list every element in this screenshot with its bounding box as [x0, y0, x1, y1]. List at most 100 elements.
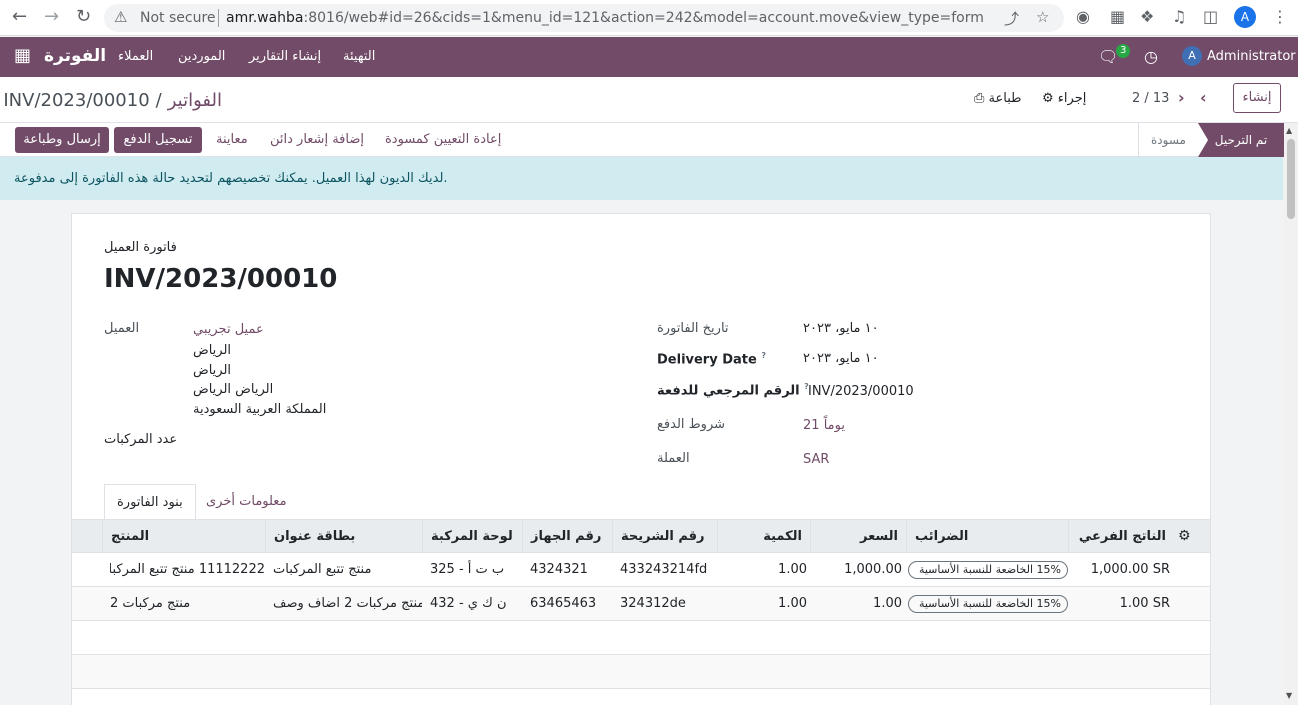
document-type: فاتورة العميل: [104, 240, 177, 255]
cell-device[interactable]: 4324321: [530, 553, 612, 587]
url-text[interactable]: amr.wahba:8016/web#id=26&cids=1&menu_id=…: [226, 10, 984, 26]
column-quantity[interactable]: الكمية: [717, 520, 810, 553]
invoice-date-value[interactable]: ١٠ مايو، ٢٠٢٣: [803, 321, 879, 336]
send-print-button[interactable]: إرسال وطباعة: [15, 127, 109, 153]
form-statusbar: إرسال وطباعة تسجيل الدفع معاينة إضافة إش…: [0, 123, 1298, 157]
cell-device[interactable]: 63465463: [530, 587, 612, 621]
chat-count-badge: 3: [1116, 44, 1131, 58]
column-label[interactable]: بطاقة عنوان: [265, 520, 422, 553]
stage-draft[interactable]: مسودة: [1138, 123, 1198, 157]
column-plate[interactable]: لوحة المركبة: [422, 520, 522, 553]
customer-link[interactable]: عميل تجريبي: [193, 322, 264, 337]
page-scrollbar[interactable]: ▲ ▼: [1284, 123, 1298, 705]
user-menu[interactable]: Administrator: [1207, 49, 1296, 64]
cell-sim[interactable]: 324312de: [620, 587, 717, 621]
invoice-date-label: تاريخ الفاتورة: [657, 321, 729, 336]
table-row[interactable]: 11112222 منتج تتبع المركبات ... منتج تتب…: [72, 553, 1210, 587]
cell-price[interactable]: 1,000.00: [814, 553, 902, 587]
column-settings-icon[interactable]: ⚙: [1178, 528, 1191, 544]
browser-toolbar: ← → ↻ ⚠ Not secure amr.wahba:8016/web#id…: [0, 0, 1298, 36]
cell-sim[interactable]: 433243214fd: [620, 553, 717, 587]
cell-plate[interactable]: ب ت أ - 325: [430, 553, 522, 587]
gear-icon: ⚙: [1042, 91, 1054, 106]
tax-tag[interactable]: 15% الخاضعة للنسبة الأساسية: [908, 561, 1068, 579]
customer-label: العميل: [104, 321, 140, 336]
side-panel-icon[interactable]: ◫: [1203, 7, 1218, 26]
activity-clock-icon[interactable]: ◷: [1144, 47, 1158, 66]
breadcrumb-current: INV/2023/00010: [3, 90, 150, 111]
profile-avatar[interactable]: A: [1234, 6, 1256, 28]
add-credit-note-button[interactable]: إضافة إشعار دائن: [270, 132, 364, 147]
table-row[interactable]: منتج مركبات 2 منتج مركبات 2 اضاف وصف ن ك…: [72, 587, 1210, 621]
breadcrumb: الفواتير /INV/2023/00010: [3, 90, 222, 111]
kebab-menu-icon[interactable]: ⋮: [1272, 7, 1288, 26]
stage-posted[interactable]: تم الترحيل: [1198, 123, 1284, 157]
security-status: Not secure: [140, 10, 216, 26]
breadcrumb-invoices[interactable]: الفواتير: [168, 90, 222, 111]
apps-grid-icon[interactable]: ▦: [14, 47, 31, 65]
action-menu[interactable]: ⚙ إجراء: [1042, 91, 1086, 106]
reset-to-draft-button[interactable]: إعادة التعيين كمسودة: [385, 132, 501, 147]
menu-vendors[interactable]: الموردين: [178, 49, 225, 64]
pager-next-icon[interactable]: ›: [1178, 88, 1185, 107]
scroll-down-icon[interactable]: ▼: [1286, 691, 1292, 700]
register-payment-button[interactable]: تسجيل الدفع: [114, 127, 202, 153]
pager-previous-icon[interactable]: ‹: [1200, 88, 1207, 107]
invoice-sheet: فاتورة العميل INV/2023/00010 العميل عميل…: [71, 213, 1211, 705]
cell-label[interactable]: منتج مركبات 2 اضاف وصف: [273, 587, 422, 621]
column-device[interactable]: رقم الجهاز: [522, 520, 612, 553]
cell-product[interactable]: 11112222 منتج تتبع المركبات ...: [110, 553, 265, 587]
extension-spy-icon[interactable]: ◉: [1076, 7, 1090, 26]
address-line: الرياض: [193, 363, 232, 378]
tab-other-info[interactable]: معلومات أخرى: [206, 484, 287, 520]
create-button[interactable]: إنشاء: [1233, 83, 1281, 113]
address-bar[interactable]: ⚠ Not secure amr.wahba:8016/web#id=26&ci…: [104, 4, 1064, 32]
cell-product[interactable]: منتج مركبات 2: [110, 587, 265, 621]
extension-translate-icon[interactable]: ▦: [1110, 7, 1125, 26]
preview-button[interactable]: معاينة: [216, 132, 248, 147]
address-line: الرياض: [193, 343, 232, 358]
cell-label[interactable]: منتج تتبع المركبات: [273, 553, 422, 587]
menu-customers[interactable]: العملاء: [118, 49, 153, 64]
control-panel: الفواتير/INV/2023/00010 ⎙ طباعة ⚙ إجراء …: [0, 77, 1298, 123]
media-queue-icon[interactable]: ♫: [1172, 7, 1186, 26]
payment-terms-link[interactable]: 21 يوماً: [803, 418, 845, 433]
bookmark-star-icon[interactable]: ☆: [1036, 8, 1049, 26]
currency-label: العملة: [657, 451, 690, 466]
cell-plate[interactable]: ن ك ي - 432: [430, 587, 522, 621]
print-menu[interactable]: ⎙ طباعة: [974, 91, 1022, 106]
user-avatar[interactable]: A: [1182, 46, 1202, 66]
cell-quantity[interactable]: 1.00: [725, 587, 807, 621]
cell-quantity[interactable]: 1.00: [725, 553, 807, 587]
cell-subtotal: 1.00 SR: [1119, 596, 1170, 611]
help-tooltip-icon[interactable]: ?: [761, 351, 766, 360]
currency-link[interactable]: SAR: [803, 452, 829, 467]
scroll-up-icon[interactable]: ▲: [1286, 126, 1292, 135]
column-sim[interactable]: رقم الشريحة: [612, 520, 717, 553]
column-price[interactable]: السعر: [810, 520, 906, 553]
menu-configuration[interactable]: التهيئة: [343, 49, 375, 64]
tab-invoice-lines[interactable]: بنود الفاتورة: [104, 484, 196, 520]
menu-reporting[interactable]: إنشاء التقارير: [249, 49, 321, 64]
scrollbar-thumb[interactable]: [1287, 139, 1295, 219]
share-icon[interactable]: ⤴: [1004, 8, 1019, 29]
delivery-date-value[interactable]: ١٠ مايو، ٢٠٢٣: [803, 351, 879, 366]
warning-triangle-icon[interactable]: ⚠: [114, 8, 127, 26]
reload-icon[interactable]: ↻: [76, 6, 91, 27]
column-taxes[interactable]: الضرائب: [906, 520, 1068, 553]
extensions-puzzle-icon[interactable]: ❖: [1140, 7, 1154, 26]
cell-price[interactable]: 1.00: [814, 587, 902, 621]
payment-reference-label: الرقم المرجعي للدفعة ?: [657, 382, 809, 398]
back-arrow-icon[interactable]: ←: [12, 6, 27, 27]
outstanding-credits-alert: لديك الديون لهذا العميل. يمكنك تخصيصهم ل…: [0, 157, 1283, 200]
payment-terms-label: شروط الدفع: [657, 417, 726, 432]
column-subtotal[interactable]: الناتج الفرعي: [1068, 520, 1174, 553]
forward-arrow-icon[interactable]: →: [44, 6, 59, 27]
invoice-number: INV/2023/00010: [104, 264, 338, 294]
payment-reference-value[interactable]: INV/2023/00010: [808, 384, 914, 399]
tax-tag[interactable]: 15% الخاضعة للنسبة الأساسية: [908, 595, 1068, 613]
pager-value[interactable]: 2 / 13: [1132, 91, 1169, 106]
column-product[interactable]: المنتج: [102, 520, 265, 553]
table-empty-row[interactable]: [72, 621, 1210, 655]
app-brand[interactable]: الفوترة: [44, 46, 106, 66]
